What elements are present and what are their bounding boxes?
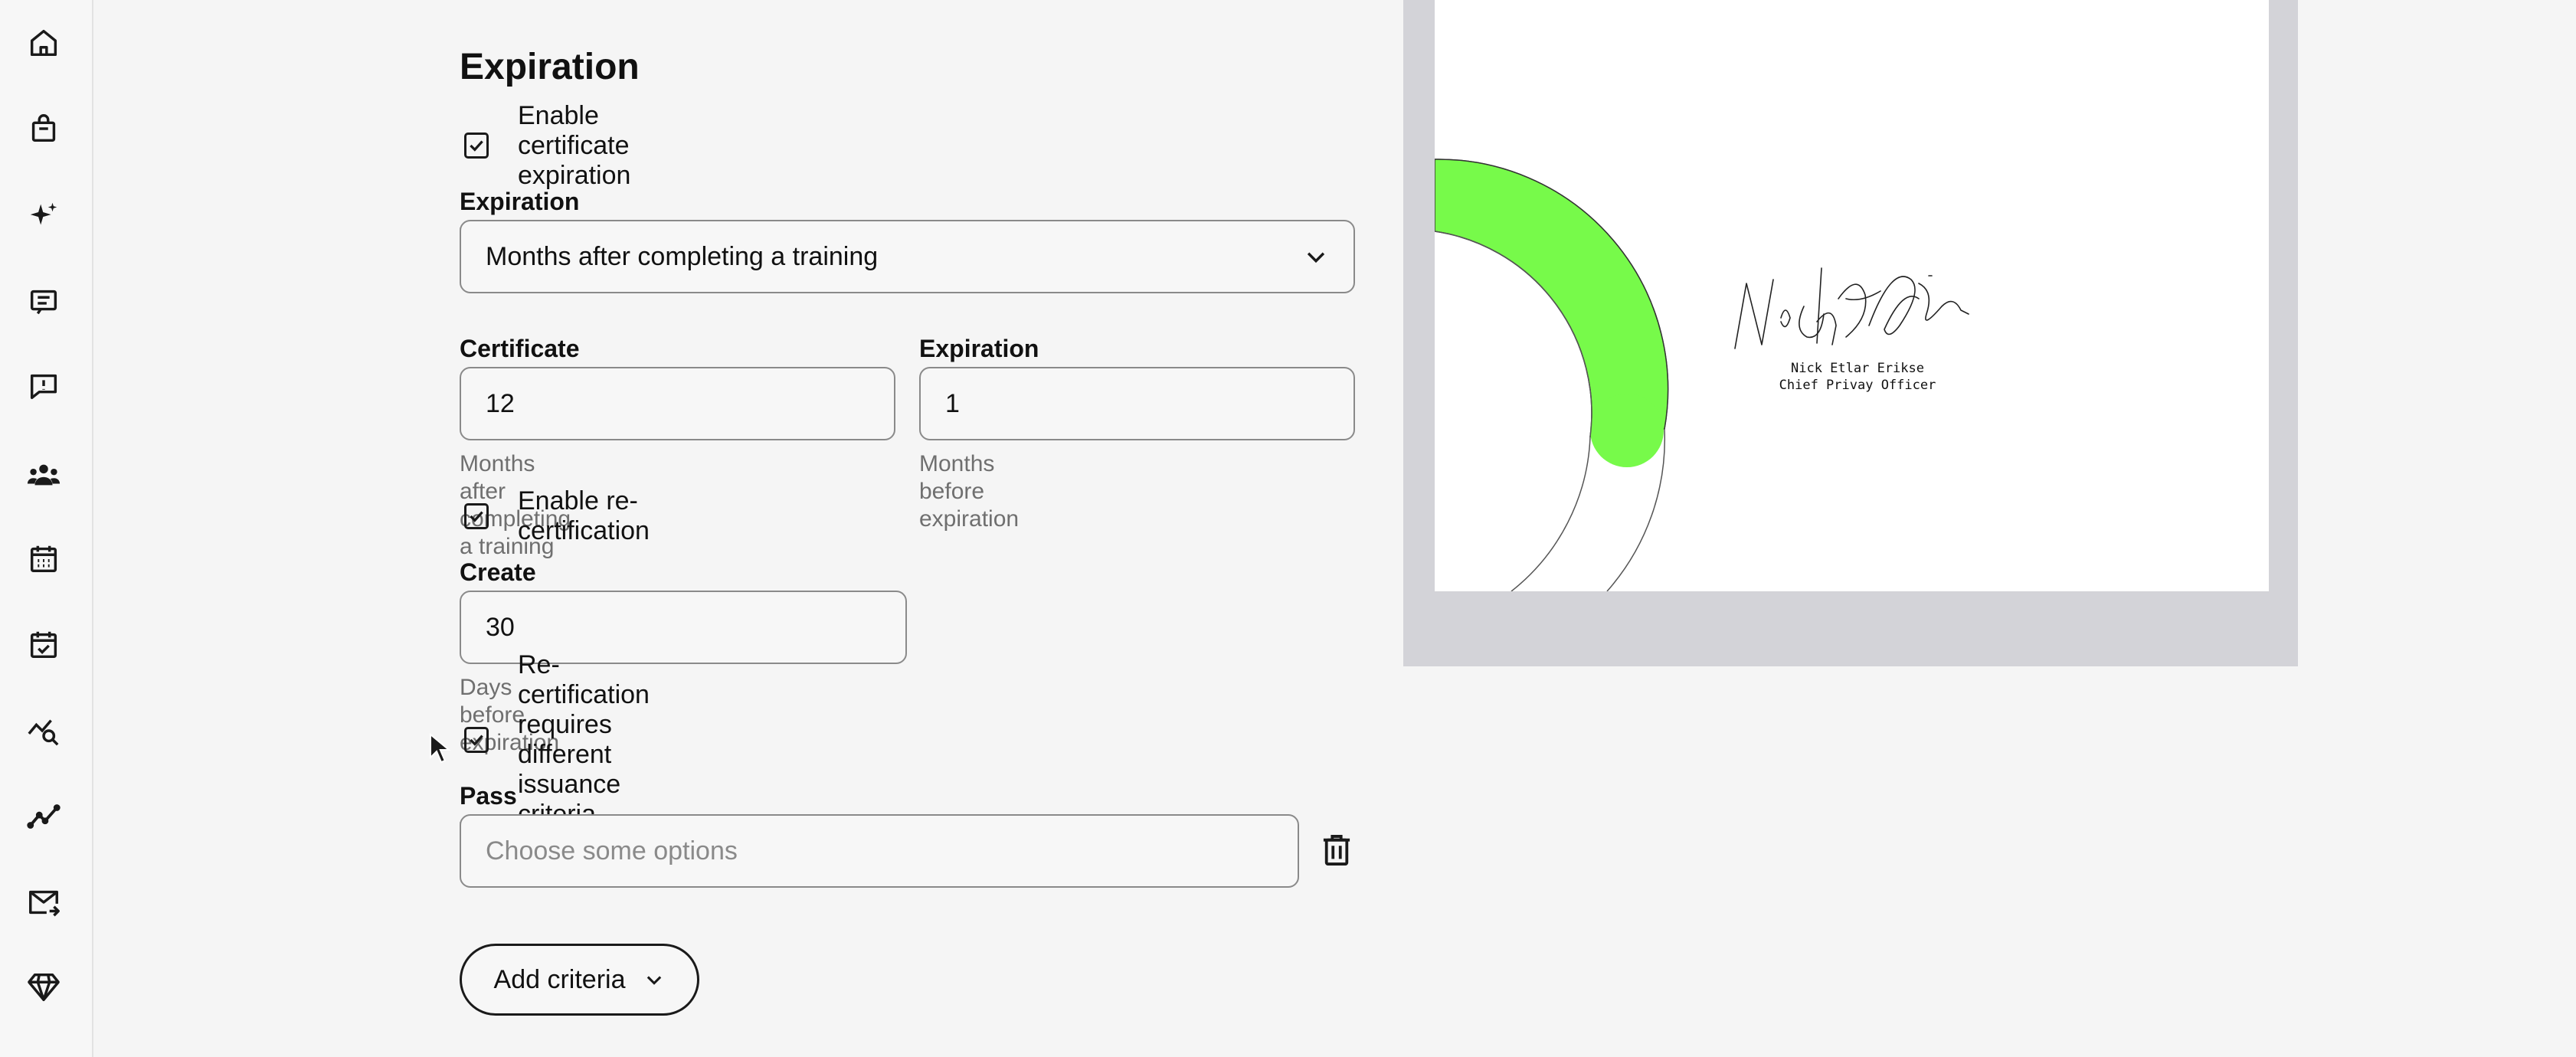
certificate-expires-input[interactable] [460,367,895,440]
trash-icon [1323,835,1350,866]
add-criteria-button[interactable]: Add criteria [460,944,699,1016]
sidebar-item-ai[interactable] [16,188,71,244]
different-criteria-checkbox-row[interactable]: Re-certification requires different issu… [460,650,651,829]
different-criteria-checkbox[interactable] [464,727,489,753]
enable-recertification-label: Enable re-certification [518,486,650,545]
checkmark-icon [470,140,483,152]
ring-accent-cap [1590,394,1664,467]
calendar-check-icon [30,631,57,659]
different-criteria-label: Re-certification requires different issu… [518,650,650,829]
analytics-search-icon [28,719,59,746]
section-title: Expiration [460,47,640,87]
diamond-icon [28,973,60,1001]
expiration-type-select[interactable]: Months after completing a training [460,220,1355,293]
enable-recertification-checkbox-row[interactable]: Enable re-certification [460,486,651,545]
checkmark-icon [470,735,483,746]
enable-expiration-label: Enable certificate expiration [518,100,631,190]
add-criteria-label: Add criteria [493,964,626,994]
checkmark-icon [470,511,483,522]
calendar-icon [30,545,57,573]
signer-name: Nick Etlar Erikse [1791,361,1924,376]
sidebar-item-shop[interactable] [16,101,71,156]
sidebar-item-reports[interactable] [16,789,71,844]
sparkles-icon [30,202,57,225]
sidebar-item-premium[interactable] [16,959,71,1014]
sidebar-item-messages[interactable] [16,274,71,329]
expiration-alert-input[interactable] [919,367,1355,440]
sidebar-item-schedule[interactable] [16,617,71,672]
mouse-cursor-icon [430,733,450,764]
sidebar-item-calendar[interactable] [16,532,71,587]
chevron-down-icon [1307,252,1325,263]
enable-expiration-checkbox[interactable] [464,133,489,159]
pass-test-multiselect[interactable] [460,814,1299,888]
signer-caption: Nick Etlar Erikse Chief Privay Officer [1704,360,2011,394]
sidebar-item-analytics[interactable] [16,703,71,758]
shopping-bag-icon [31,114,56,142]
home-icon [30,29,57,57]
signer-title: Chief Privay Officer [1779,378,1936,393]
trend-line-icon [27,804,61,829]
sidebar-item-alerts[interactable] [16,358,71,414]
chevron-down-icon [647,976,662,985]
sidebar-item-users[interactable] [16,447,71,502]
alert-message-icon [30,374,57,400]
sidebar-item-mail[interactable] [16,875,71,930]
users-group-icon [27,464,61,486]
message-list-icon [30,290,57,315]
remove-criteria-button[interactable] [1319,833,1354,868]
signature-image [1734,267,1969,349]
sidebar-item-home[interactable] [16,15,71,70]
expiration-alert-help: Months before expiration [919,451,1020,532]
enable-expiration-checkbox-row[interactable]: Enable certificate expiration [460,101,632,190]
expiration-type-value: Months after completing a training [486,241,879,271]
enable-recertification-checkbox[interactable] [464,503,489,529]
mail-forward-icon [29,890,60,917]
sidebar [0,0,93,1057]
